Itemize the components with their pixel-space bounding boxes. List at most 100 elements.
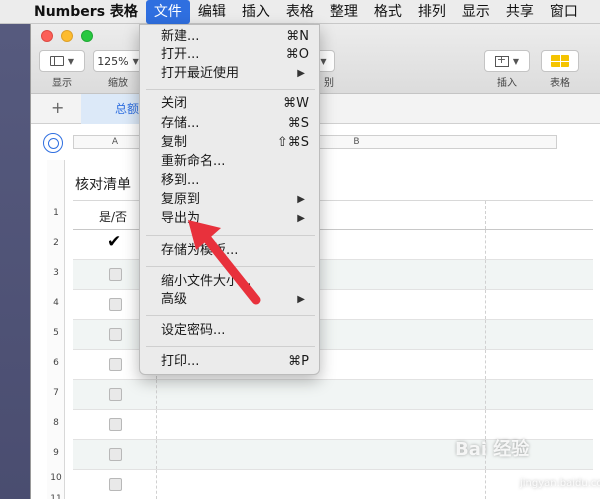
shortcut-label: ⌘O (285, 47, 309, 62)
cell-a[interactable] (73, 440, 157, 469)
chevron-down-icon: ▼ (512, 56, 520, 66)
checkbox[interactable] (109, 448, 122, 461)
row-number[interactable]: 7 (47, 388, 65, 398)
row-number[interactable]: 1 (47, 208, 65, 218)
table-row[interactable] (73, 470, 593, 499)
menu-item-label: 复原到 (161, 192, 201, 207)
table-row[interactable] (73, 380, 593, 410)
menu-item-label: 新建... (161, 29, 200, 44)
menu-share[interactable]: 共享 (498, 0, 542, 24)
menu-item-print[interactable]: 打印... ⌘P (140, 353, 319, 371)
cell-a[interactable] (73, 410, 157, 439)
row-number[interactable]: 2 (47, 238, 65, 248)
menu-insert[interactable]: 插入 (234, 0, 278, 24)
menu-item-label: 复制 (161, 135, 188, 150)
menu-item-label: 高级 (161, 292, 188, 307)
shortcut-label: ⌘N (286, 29, 309, 44)
menu-item-duplicate[interactable]: 复制 ⇧⌘S (140, 134, 319, 152)
zoom-select[interactable]: 125% ▼ (93, 50, 143, 72)
menu-item-revert-to[interactable]: 复原到 ▶ (140, 191, 319, 209)
chevron-down-icon: ▼ (132, 56, 139, 66)
menu-separator (146, 346, 315, 347)
cell-a[interactable] (73, 470, 157, 499)
menu-format[interactable]: 格式 (366, 0, 410, 24)
shortcut-label: ⌘S (287, 116, 309, 131)
menu-item-move-to[interactable]: 移到... (140, 172, 319, 190)
menu-item-save-as-template[interactable]: 存储为模板... (140, 242, 319, 260)
menu-item-label: 移到... (161, 173, 200, 188)
select-all-icon[interactable] (43, 133, 63, 153)
menu-separator (146, 315, 315, 316)
insert-label: 插入 (497, 78, 517, 89)
menu-edit[interactable]: 编辑 (190, 0, 234, 24)
menu-arrange[interactable]: 排列 (410, 0, 454, 24)
row-number[interactable]: 6 (47, 358, 65, 368)
menu-item-label: 重新命名... (161, 154, 226, 169)
insert-icon (494, 53, 509, 67)
checkbox[interactable] (109, 418, 122, 431)
zoom-label: 缩放 (108, 78, 128, 89)
menu-item-reduce-file-size[interactable]: 缩小文件大小... (140, 273, 319, 291)
cell-a[interactable] (73, 380, 157, 409)
add-sheet-icon[interactable]: + (51, 98, 64, 117)
menu-item-set-password[interactable]: 设定密码... (140, 322, 319, 340)
cell-divider (485, 260, 486, 289)
menu-item-label: 设定密码... (161, 323, 226, 338)
cell-divider (485, 290, 486, 319)
checkmark-icon[interactable]: ✔ (107, 232, 121, 252)
fullscreen-window-button[interactable] (81, 30, 93, 42)
menu-window[interactable]: 窗口 (542, 0, 586, 24)
menu-item-advanced[interactable]: 高级 ▶ (140, 291, 319, 309)
header-yes-no: 是/否 (99, 210, 128, 224)
menu-item-label: 存储为模板... (161, 243, 239, 258)
sidebar-icon (49, 56, 64, 66)
menu-table[interactable]: 表格 (278, 0, 322, 24)
checkbox[interactable] (109, 268, 122, 281)
checkbox[interactable] (109, 478, 122, 491)
cell-divider (485, 201, 486, 229)
menu-item-export-to[interactable]: 导出为 ▶ (140, 210, 319, 228)
menu-item-label: 导出为 (161, 211, 201, 226)
row-number[interactable]: 5 (47, 328, 65, 338)
insert-button[interactable]: ▼ (484, 50, 530, 72)
checkbox[interactable] (109, 388, 122, 401)
table-label: 表格 (550, 78, 570, 89)
view-label: 显示 (52, 78, 72, 89)
row-number[interactable]: 11 (47, 494, 65, 499)
shortcut-label: ⌘P (288, 354, 309, 369)
menu-app-name[interactable]: Numbers 表格 (30, 0, 146, 24)
menu-separator (146, 235, 315, 236)
close-window-button[interactable] (41, 30, 53, 42)
minimize-window-button[interactable] (61, 30, 73, 42)
menu-item-new[interactable]: 新建... ⌘N (140, 28, 319, 46)
cell-divider (485, 470, 486, 499)
menu-file[interactable]: 文件 (145, 0, 190, 24)
table-title[interactable]: 核对清单 (75, 174, 131, 194)
checkbox[interactable] (109, 358, 122, 371)
category-label: 别 (324, 78, 334, 89)
checkbox[interactable] (109, 298, 122, 311)
row-number[interactable]: 8 (47, 418, 65, 428)
menu-item-label: 关闭 (161, 96, 188, 111)
menu-separator (146, 89, 315, 90)
watermark-url: jingyan.baidu.com (520, 478, 600, 489)
checkbox[interactable] (109, 328, 122, 341)
menubar: Numbers 表格 文件 编辑 插入 表格 整理 格式 排列 显示 共享 窗口 (0, 0, 600, 24)
zoom-value: 125% (97, 54, 129, 68)
menu-item-open[interactable]: 打开... ⌘O (140, 46, 319, 64)
row-number[interactable]: 9 (47, 448, 65, 458)
menu-view[interactable]: 显示 (454, 0, 498, 24)
cell-divider (485, 380, 486, 409)
menu-item-close[interactable]: 关闭 ⌘W (140, 95, 319, 113)
table-button[interactable] (541, 50, 579, 72)
row-number[interactable]: 10 (47, 473, 65, 483)
row-number[interactable]: 4 (47, 298, 65, 308)
view-button[interactable]: ▼ (39, 50, 85, 72)
menu-item-open-recent[interactable]: 打开最近使用 ▶ (140, 65, 319, 83)
submenu-arrow-icon: ▶ (297, 213, 305, 224)
menu-organize[interactable]: 整理 (322, 0, 366, 24)
menu-item-rename[interactable]: 重新命名... (140, 153, 319, 171)
cell-divider (485, 320, 486, 349)
menu-item-save[interactable]: 存储... ⌘S (140, 115, 319, 133)
row-number[interactable]: 3 (47, 268, 65, 278)
